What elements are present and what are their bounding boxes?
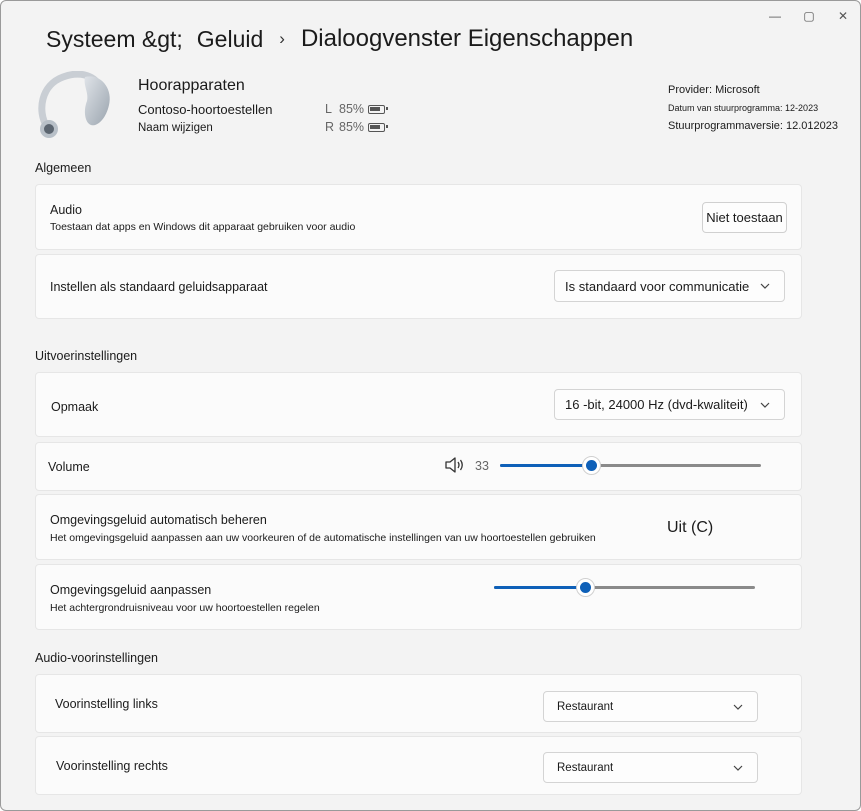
preset-left-value: Restaurant [557, 700, 614, 713]
ambient-slider-thumb[interactable] [575, 578, 595, 597]
battery-left: L 85% [325, 102, 389, 116]
battery-right-percent: 85% [339, 120, 365, 134]
properties-window: — ▢ ✕ Systeem &gt; Geluid › Dialoogvenst… [0, 0, 861, 811]
chevron-down-icon [733, 765, 743, 771]
default-device-card: Instellen als standaard geluidsapparaat … [35, 254, 802, 319]
chevron-down-icon [760, 283, 770, 289]
preset-right-card: Voorinstelling rechts Restaurant [35, 736, 802, 795]
hearing-aid-icon [38, 71, 110, 138]
rename-link[interactable]: Naam wijzigen [138, 122, 213, 134]
ambient-adjust-title: Omgevingsgeluid aanpassen [50, 583, 212, 597]
battery-icon [368, 104, 389, 114]
format-dropdown[interactable]: 16 -bit, 24000 Hz (dvd-kwaliteit) [554, 389, 785, 420]
breadcrumb-chevron-icon: › [279, 29, 285, 48]
minimize-button[interactable]: — [758, 1, 792, 31]
page-title: Dialoogvenster Eigenschappen [300, 25, 634, 52]
ambient-auto-state[interactable]: Uit (C) [667, 519, 713, 537]
preset-left-card: Voorinstelling links Restaurant [35, 674, 802, 733]
default-device-title: Instellen als standaard geluidsapparaat [50, 280, 268, 294]
maximize-button[interactable]: ▢ [792, 1, 826, 31]
device-name: Hoorapparaten [138, 77, 245, 94]
volume-value: 33 [475, 459, 489, 473]
ambient-adjust-card: Omgevingsgeluid aanpassen Het achtergron… [35, 564, 802, 630]
section-general: Algemeen [35, 161, 92, 175]
default-device-dropdown[interactable]: Is standaard voor communicatie [554, 270, 785, 302]
battery-icon [368, 122, 389, 132]
ambient-slider[interactable] [494, 577, 755, 597]
volume-card: Volume 33 [35, 442, 802, 491]
breadcrumb-sound[interactable]: Geluid [197, 26, 263, 53]
audio-title: Audio [50, 203, 82, 217]
ambient-adjust-subtitle: Het achtergrondruisniveau voor uw hoorto… [50, 602, 320, 614]
window-controls: — ▢ ✕ [758, 1, 860, 31]
battery-left-side: L [325, 102, 332, 116]
preset-right-dropdown[interactable]: Restaurant [543, 752, 758, 783]
preset-left-dropdown[interactable]: Restaurant [543, 691, 758, 722]
volume-title: Volume [48, 460, 90, 474]
battery-right: R 85% [325, 120, 389, 134]
preset-right-title: Voorinstelling rechts [56, 759, 168, 773]
audio-card: Audio Toestaan dat apps en Windows dit a… [35, 184, 802, 250]
speaker-icon[interactable] [444, 456, 466, 474]
chevron-down-icon [760, 402, 770, 408]
battery-left-percent: 85% [339, 102, 365, 116]
volume-slider-thumb[interactable] [581, 456, 601, 475]
volume-slider[interactable] [500, 455, 761, 475]
format-title: Opmaak [51, 400, 99, 414]
driver-date: Datum van stuurprogramma: 12-2023 [668, 103, 819, 113]
ambient-auto-card: Omgevingsgeluid automatisch beheren Het … [35, 494, 802, 560]
driver-version: Stuurprogrammaversie: 12.012023 [668, 120, 838, 132]
driver-provider: Provider: Microsoft [668, 84, 760, 96]
format-card: Opmaak 16 -bit, 24000 Hz (dvd-kwaliteit) [35, 372, 802, 437]
close-button[interactable]: ✕ [826, 1, 860, 31]
format-value: 16 -bit, 24000 Hz (dvd-kwaliteit) [565, 397, 748, 412]
device-model: Contoso-hoortoestellen [138, 102, 273, 117]
ambient-auto-title: Omgevingsgeluid automatisch beheren [50, 513, 267, 527]
driver-info: Provider: Microsoft Datum van stuurprogr… [668, 81, 838, 135]
section-output: Uitvoerinstellingen [35, 349, 138, 363]
breadcrumb: Systeem &gt; Geluid › Dialoogvenster Eig… [46, 25, 633, 53]
ambient-slider-fill [494, 586, 586, 589]
disallow-button[interactable]: Niet toestaan [702, 202, 787, 233]
ambient-auto-subtitle: Het omgevingsgeluid aanpassen aan uw voo… [50, 532, 596, 544]
audio-subtitle: Toestaan dat apps en Windows dit apparaa… [50, 221, 356, 233]
chevron-down-icon [733, 704, 743, 710]
battery-right-side: R [325, 120, 335, 134]
breadcrumb-system[interactable]: Systeem &gt; [46, 26, 183, 53]
preset-right-value: Restaurant [557, 761, 614, 774]
preset-left-title: Voorinstelling links [55, 697, 158, 711]
section-presets: Audio-voorinstellingen [35, 651, 158, 665]
volume-slider-fill [500, 464, 592, 467]
default-device-value: Is standaard voor communicatie [565, 278, 750, 294]
